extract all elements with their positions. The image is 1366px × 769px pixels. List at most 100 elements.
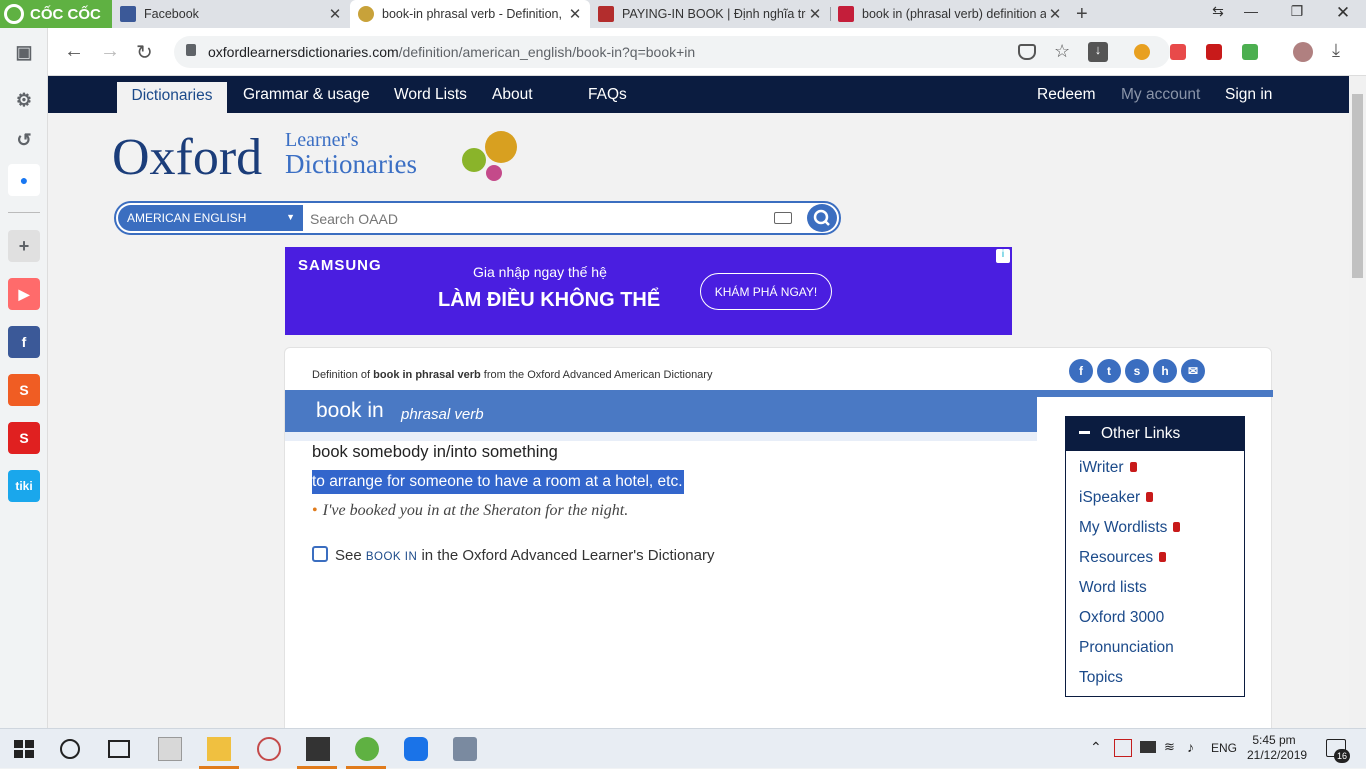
sticky-notes-icon[interactable]: [306, 737, 330, 761]
definition-text: to arrange for someone to have a room at…: [312, 470, 684, 494]
stumbleupon-share-icon[interactable]: s: [1125, 359, 1149, 383]
file-explorer-icon[interactable]: [207, 737, 231, 761]
coccoc-brand[interactable]: CỐC CỐC: [0, 0, 112, 28]
nav-grammar[interactable]: Grammar & usage: [243, 86, 370, 104]
battery-icon[interactable]: [1140, 741, 1156, 753]
hi-share-icon[interactable]: h: [1153, 359, 1177, 383]
cortana-icon[interactable]: [60, 739, 80, 759]
forward-button[interactable]: →: [100, 40, 120, 63]
color-extension-icon[interactable]: [1242, 44, 1258, 60]
close-icon[interactable]: ✕: [326, 5, 344, 23]
lock-icon[interactable]: [186, 44, 196, 56]
windows-start-icon[interactable]: [12, 737, 36, 761]
profile-avatar[interactable]: [1293, 42, 1313, 62]
clock[interactable]: 5:45 pm 21/12/2019: [1247, 733, 1307, 763]
url-text[interactable]: oxfordlearnersdictionaries.com/definitio…: [208, 44, 695, 60]
back-button[interactable]: ←: [64, 40, 84, 63]
logo-ball-icon: [462, 148, 486, 172]
logo-dictionaries: Dictionaries: [285, 149, 417, 179]
other-links-header[interactable]: Other Links: [1066, 417, 1244, 451]
minimize-button[interactable]: —: [1231, 3, 1271, 19]
adblock-icon[interactable]: [1170, 44, 1186, 60]
sendo-icon[interactable]: S: [8, 422, 40, 454]
see-link[interactable]: BOOK IN: [366, 551, 417, 563]
lock-icon: [1159, 552, 1167, 562]
input-language[interactable]: ENG: [1211, 741, 1237, 755]
close-icon[interactable]: ✕: [1046, 5, 1064, 23]
other-link-oxford-3000[interactable]: Oxford 3000: [1079, 609, 1164, 627]
nav-sign-in[interactable]: Sign in: [1225, 86, 1272, 104]
reload-button[interactable]: ↻: [136, 40, 153, 65]
close-window-button[interactable]: ✕: [1323, 3, 1363, 23]
tab-macmillan[interactable]: book in (phrasal verb) definition an ✕: [830, 0, 1070, 28]
history-icon[interactable]: ↺: [8, 124, 40, 156]
ad-cta-button[interactable]: KHÁM PHÁ NGAY!: [700, 273, 832, 310]
source-prefix: Definition of: [312, 369, 374, 381]
facebook-share-icon[interactable]: f: [1069, 359, 1093, 383]
other-link-topics[interactable]: Topics: [1079, 669, 1123, 687]
tiki-icon[interactable]: tiki: [8, 470, 40, 502]
page-scrollbar[interactable]: [1349, 76, 1366, 728]
other-link-label: iSpeaker: [1079, 489, 1141, 506]
nav-dictionaries[interactable]: Dictionaries: [117, 82, 227, 113]
downloads-icon[interactable]: ⤓: [1332, 40, 1340, 61]
tab-facebook[interactable]: Facebook ✕: [112, 0, 350, 28]
facebook-shortcut-icon[interactable]: f: [8, 326, 40, 358]
star-icon[interactable]: ☆: [1054, 41, 1072, 61]
email-share-icon[interactable]: ✉: [1181, 359, 1205, 383]
search-icon: [813, 209, 830, 226]
close-icon[interactable]: ✕: [566, 5, 584, 23]
close-icon[interactable]: ✕: [806, 5, 824, 23]
keyboard-icon[interactable]: [774, 212, 792, 224]
wifi-icon[interactable]: ≋: [1164, 739, 1180, 755]
nav-my-account[interactable]: My account: [1121, 86, 1200, 104]
logo-oxford[interactable]: Oxford: [112, 128, 262, 187]
volume-icon[interactable]: ♪: [1187, 739, 1203, 755]
search-input[interactable]: [310, 208, 760, 230]
task-view-icon[interactable]: [108, 740, 130, 758]
tray-overflow-icon[interactable]: ⌃: [1090, 739, 1108, 757]
pinned-app-icon[interactable]: [158, 737, 182, 761]
other-link-word-lists[interactable]: Word lists: [1079, 579, 1147, 597]
paint-icon[interactable]: [257, 737, 281, 761]
coccoc-taskbar-icon[interactable]: [355, 737, 379, 761]
snipping-tool-icon[interactable]: [453, 737, 477, 761]
external-link-icon[interactable]: [312, 546, 328, 562]
logo-ball-icon: [485, 131, 517, 163]
sidebar-divider: [8, 212, 40, 213]
zalo-icon[interactable]: [404, 737, 428, 761]
sidebar-toggle-icon[interactable]: ▣: [8, 36, 40, 68]
nav-redeem[interactable]: Redeem: [1037, 86, 1096, 104]
ad-info-icon[interactable]: i: [996, 249, 1010, 263]
advertisement-banner[interactable]: SAMSUNG Gia nhập ngay thế hệ LÀM ĐIỀU KH…: [285, 247, 1012, 335]
other-link-my-wordlists[interactable]: My Wordlists: [1079, 519, 1181, 537]
download-icon[interactable]: ↓: [1088, 42, 1108, 62]
antivirus-icon[interactable]: [1114, 739, 1132, 757]
messenger-icon[interactable]: ●: [8, 164, 40, 196]
youtube-icon[interactable]: ▶: [8, 278, 40, 310]
headword-underband: [285, 432, 1037, 441]
other-link-pronunciation[interactable]: Pronunciation: [1079, 639, 1174, 657]
scrollbar-thumb[interactable]: [1352, 94, 1363, 278]
dictionary-select[interactable]: AMERICAN ENGLISH ▼: [118, 205, 303, 231]
settings-icon[interactable]: ⚙: [8, 84, 40, 116]
other-link-iwriter[interactable]: iWriter: [1079, 459, 1137, 477]
other-link-ispeaker[interactable]: iSpeaker: [1079, 489, 1154, 507]
tab-cambridge[interactable]: PAYING-IN BOOK | Định nghĩa trong ✕: [590, 0, 830, 28]
coccoc-extension-icon[interactable]: [1134, 44, 1150, 60]
phrase: book somebody in/into something: [312, 443, 558, 461]
red-extension-icon[interactable]: [1206, 44, 1222, 60]
twitter-share-icon[interactable]: t: [1097, 359, 1121, 383]
nav-word-lists[interactable]: Word Lists: [394, 86, 467, 104]
new-tab-button[interactable]: +: [1076, 3, 1088, 26]
shield-icon[interactable]: [1018, 44, 1036, 60]
other-link-resources[interactable]: Resources: [1079, 549, 1167, 567]
search-button[interactable]: [807, 204, 837, 232]
nav-about[interactable]: About: [492, 86, 533, 104]
nav-faqs[interactable]: FAQs: [588, 86, 627, 104]
shopee-icon[interactable]: S: [8, 374, 40, 406]
add-shortcut-icon[interactable]: +: [8, 230, 40, 262]
address-bar[interactable]: oxfordlearnersdictionaries.com/definitio…: [174, 36, 1170, 68]
tab-oxford[interactable]: book-in phrasal verb - Definition, p ✕: [350, 0, 590, 28]
restore-button[interactable]: ❐: [1277, 3, 1317, 20]
